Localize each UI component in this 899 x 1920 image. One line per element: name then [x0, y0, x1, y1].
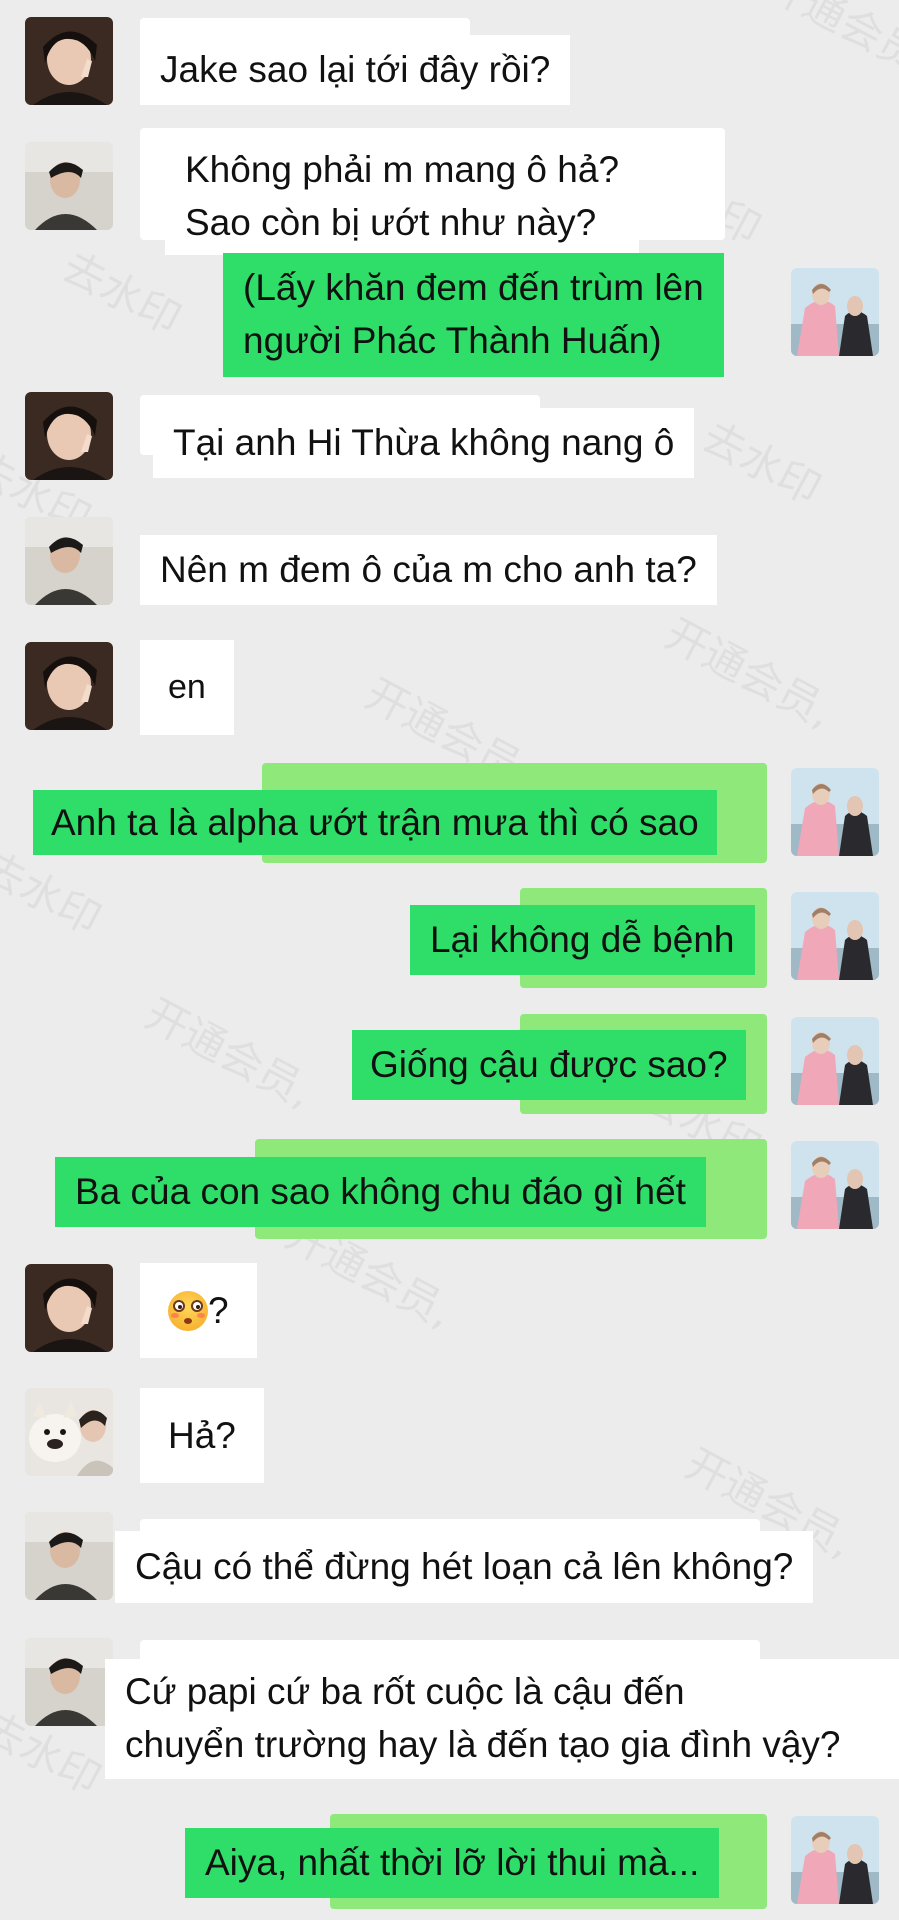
message-bubble[interactable]: Không phải m mang ô hả? Sao còn bị ướt n… [165, 137, 640, 255]
avatar[interactable] [791, 892, 879, 980]
avatar[interactable] [791, 768, 879, 856]
chat-screen: 开通会员, 去水印 去水印 去水印 去水印 开通会员, 开通会员, 去水印 开通… [0, 0, 899, 1920]
avatar-a-icon [25, 642, 113, 730]
avatar-me-icon [791, 892, 879, 980]
message-text: Hả? [168, 1415, 236, 1456]
message-text: Tại anh Hi Thừa không nang ô [173, 422, 675, 463]
message-bubble[interactable]: Cậu có thể đừng hét loạn cả lên không? [115, 1531, 814, 1603]
message-text: Aiya, nhất thời lỡ lời thui mà... [205, 1842, 700, 1883]
avatar-me-icon [791, 268, 879, 356]
message-bubble[interactable]: (Lấy khăn đem đến trùm lên người Phác Th… [223, 253, 724, 377]
message-bubble[interactable]: ? [140, 1263, 257, 1358]
avatar[interactable] [25, 1512, 113, 1600]
message-text: người Phác Thành Huấn) [243, 320, 662, 361]
avatar-a-icon [25, 1264, 113, 1352]
message-bubble[interactable]: Giống cậu được sao? [352, 1030, 746, 1100]
avatar-me-icon [791, 1141, 879, 1229]
message-text: Sao còn bị ướt như này? [185, 202, 597, 243]
message-text: Nên m đem ô của m cho anh ta? [160, 549, 697, 590]
watermark: 去水印 [634, 151, 769, 255]
message-text: Cứ papi cứ ba rốt cuộc là cậu đến [125, 1671, 685, 1712]
avatar[interactable] [25, 517, 113, 605]
message-text: en [168, 668, 206, 706]
avatar-me-icon [791, 1816, 879, 1904]
watermark: 开通会员, [137, 988, 321, 1118]
message-bubble[interactable]: Ba của con sao không chu đáo gì hết [55, 1157, 706, 1227]
avatar-b-icon [25, 517, 113, 605]
message-bubble[interactable]: Anh ta là alpha ướt trận mưa thì có sao [33, 790, 717, 855]
avatar[interactable] [25, 642, 113, 730]
avatar-c-icon [25, 1388, 113, 1476]
avatar[interactable] [791, 268, 879, 356]
message-bubble[interactable]: Lại không dễ bệnh [410, 905, 755, 975]
avatar[interactable] [25, 392, 113, 480]
avatar[interactable] [25, 1264, 113, 1352]
watermark: 开通会员, [357, 668, 541, 798]
watermark: 去水印 [694, 411, 829, 515]
avatar-me-icon [791, 768, 879, 856]
avatar[interactable] [25, 142, 113, 230]
message-text: Giống cậu được sao? [370, 1044, 728, 1085]
message-bubble[interactable]: en [140, 640, 234, 735]
message-text: Anh ta là alpha ướt trận mưa thì có sao [51, 802, 699, 843]
avatar-b-icon [25, 1638, 113, 1726]
watermark: 开通会员, [757, 0, 899, 88]
message-bubble[interactable]: Aiya, nhất thời lỡ lời thui mà... [185, 1828, 720, 1898]
message-text: chuyển trường hay là đến tạo gia đình vậ… [125, 1724, 841, 1765]
message-text: Không phải m mang ô hả? [185, 149, 620, 190]
message-bubble[interactable]: Hả? [140, 1388, 264, 1483]
message-bubble[interactable]: Jake sao lại tới đây rồi? [140, 35, 571, 105]
avatar-a-icon [25, 392, 113, 480]
avatar[interactable] [791, 1141, 879, 1229]
avatar-b-icon [25, 142, 113, 230]
avatar-a-icon [25, 17, 113, 105]
message-bubble[interactable]: Nên m đem ô của m cho anh ta? [140, 535, 717, 605]
avatar[interactable] [25, 17, 113, 105]
flushed-face-icon [168, 1291, 208, 1331]
avatar[interactable] [25, 1388, 113, 1476]
message-text: Cậu có thể đừng hét loạn cả lên không? [135, 1546, 794, 1587]
avatar[interactable] [25, 1638, 113, 1726]
message-text: (Lấy khăn đem đến trùm lên [243, 267, 704, 308]
avatar-me-icon [791, 1017, 879, 1105]
avatar[interactable] [791, 1017, 879, 1105]
avatar-b-icon [25, 1512, 113, 1600]
watermark: 开通会员, [657, 608, 841, 738]
message-text: ? [208, 1290, 229, 1331]
message-text: Ba của con sao không chu đáo gì hết [75, 1171, 686, 1212]
message-bubble[interactable]: Cứ papi cứ ba rốt cuộc là cậu đến chuyển… [105, 1659, 899, 1779]
message-text: Jake sao lại tới đây rồi? [160, 49, 551, 90]
message-text: Lại không dễ bệnh [430, 919, 735, 960]
message-bubble[interactable]: Tại anh Hi Thừa không nang ô [153, 408, 695, 478]
avatar[interactable] [791, 1816, 879, 1904]
